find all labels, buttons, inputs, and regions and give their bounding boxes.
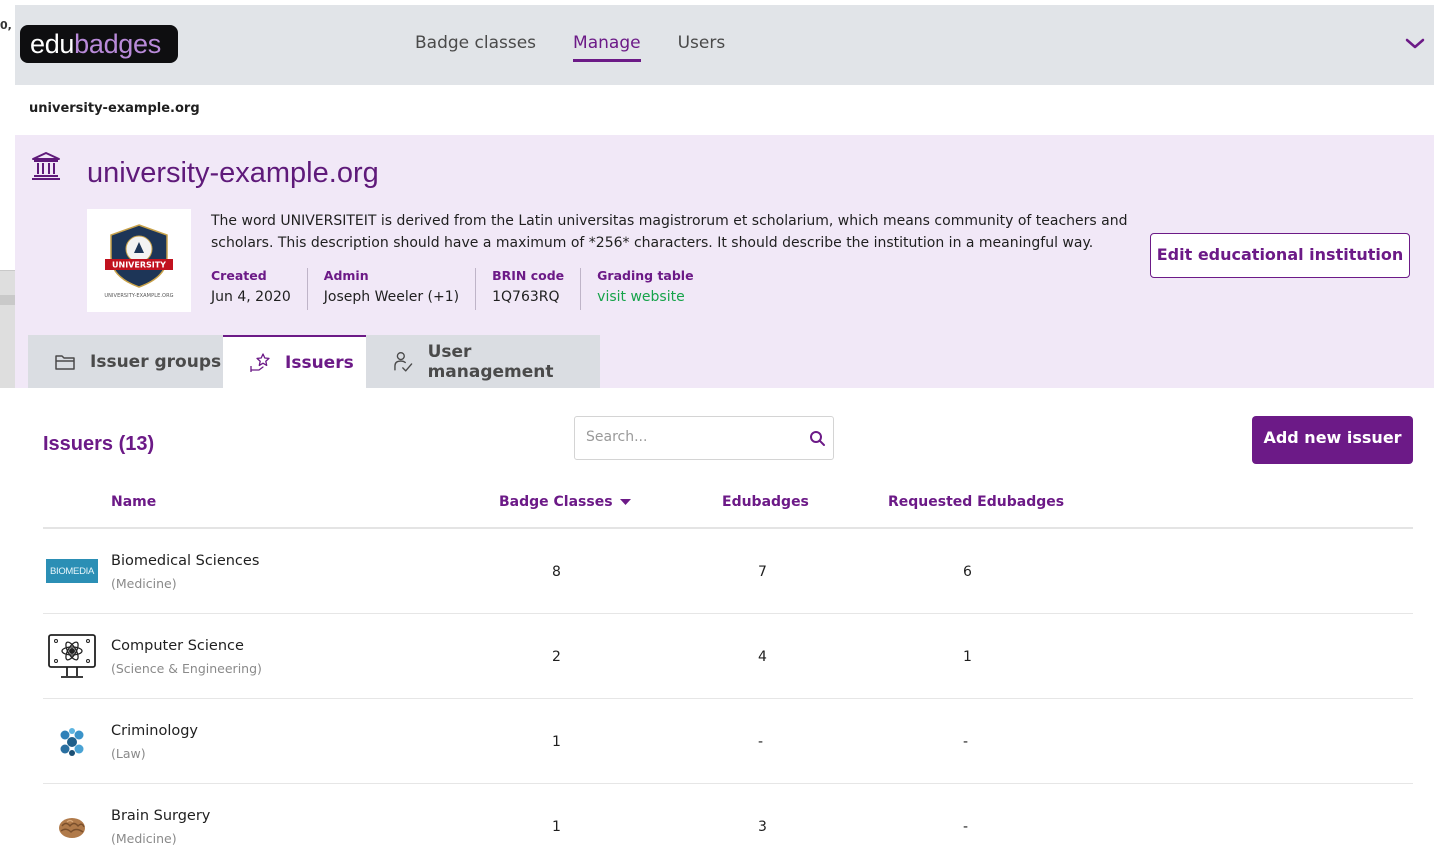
table-row[interactable]: BIOMEDIA Biomedical Sciences (Medicine) … <box>43 529 1413 614</box>
meta-admin: Admin Joseph Weeler (+1) <box>306 268 475 310</box>
chevron-down-icon[interactable] <box>1404 33 1426 55</box>
meta-admin-label: Admin <box>323 268 369 283</box>
tab-user-management[interactable]: User management <box>366 335 600 388</box>
meta-brin: BRIN code 1Q763RQ <box>475 268 580 310</box>
edubadges-count: 7 <box>758 564 767 580</box>
user-management-icon <box>394 351 413 372</box>
tab-bar: Issuer groups Issuers User management <box>28 335 600 388</box>
table-row[interactable]: Computer Science (Science & Engineering)… <box>43 614 1413 699</box>
badge-classes-count: 1 <box>552 819 561 835</box>
issuer-name[interactable]: Biomedical Sciences <box>111 553 259 569</box>
logo-text-edu: edu <box>30 29 75 59</box>
biomedia-logo: BIOMEDIA <box>45 544 99 598</box>
meta-brin-value: 1Q763RQ <box>492 289 560 305</box>
column-header-badge-classes[interactable]: Badge Classes <box>499 494 632 510</box>
column-header-requested-edubadges[interactable]: Requested Edubadges <box>888 494 1064 510</box>
badge-classes-count: 2 <box>552 649 561 665</box>
institution-title: university-example.org <box>87 157 379 189</box>
molecule-icon <box>45 715 99 769</box>
meta-admin-value: Joseph Weeler (+1) <box>323 289 460 305</box>
edit-institution-button[interactable]: Edit educational institution <box>1150 233 1410 278</box>
corner-label: 0, <box>0 19 12 32</box>
institution-logo: UNIVERSITY UNIVERSITY-EXAMPLE.ORG <box>87 209 191 312</box>
column-header-badge-classes-label: Badge Classes <box>499 494 613 510</box>
svg-text:UNIVERSITY: UNIVERSITY <box>112 260 166 269</box>
tab-issuers[interactable]: Issuers <box>223 335 366 388</box>
issuer-faculty: (Medicine) <box>111 576 177 591</box>
edubadges-count: 4 <box>758 649 767 665</box>
table-row[interactable]: Brain Surgery (Medicine) 1 3 - <box>43 784 1413 865</box>
issuer-name[interactable]: Criminology <box>111 723 198 739</box>
tab-issuer-groups-label: Issuer groups <box>90 351 222 372</box>
institution-icon <box>32 152 60 180</box>
requested-count: - <box>963 734 969 750</box>
meta-created-label: Created <box>211 268 267 283</box>
search-input[interactable] <box>575 417 795 457</box>
breadcrumb[interactable]: university-example.org <box>29 101 200 116</box>
requested-count: 1 <box>963 649 972 665</box>
search-box <box>574 416 834 460</box>
biomedia-logo-text: BIOMEDIA <box>49 565 95 577</box>
column-header-name[interactable]: Name <box>111 494 156 510</box>
institution-meta: Created Jun 4, 2020 Admin Joseph Weeler … <box>211 268 710 310</box>
issuer-faculty: (Medicine) <box>111 831 177 846</box>
issuer-name[interactable]: Brain Surgery <box>111 808 210 824</box>
meta-grading: Grading table visit website <box>580 268 709 310</box>
tab-issuer-groups[interactable]: Issuer groups <box>28 335 223 388</box>
search-icon[interactable] <box>809 430 826 447</box>
edubadges-count: - <box>758 734 764 750</box>
folder-icon <box>55 354 75 370</box>
meta-grading-label: Grading table <box>597 268 694 283</box>
nav-manage[interactable]: Manage <box>573 33 641 62</box>
tab-issuers-label: Issuers <box>285 352 354 373</box>
issuer-faculty: (Science & Engineering) <box>111 661 262 676</box>
issuer-name[interactable]: Computer Science <box>111 638 244 654</box>
app-header: edubadges Badge classes Manage Users <box>15 5 1434 85</box>
badge-classes-count: 8 <box>552 564 561 580</box>
award-icon <box>250 352 270 372</box>
add-new-issuer-button[interactable]: Add new issuer <box>1252 416 1413 464</box>
edubadges-logo[interactable]: edubadges <box>20 25 178 63</box>
column-header-edubadges[interactable]: Edubadges <box>722 494 809 510</box>
issuer-faculty: (Law) <box>111 746 146 761</box>
issuers-title: Issuers (13) <box>43 433 155 455</box>
university-crest-icon: UNIVERSITY <box>105 223 173 288</box>
tab-user-management-label: User management <box>427 341 554 382</box>
requested-count: 6 <box>963 564 972 580</box>
requested-count: - <box>963 819 969 835</box>
institution-description: The word UNIVERSITEIT is derived from th… <box>211 213 1128 251</box>
nav-badge-classes[interactable]: Badge classes <box>415 33 536 62</box>
sort-desc-icon <box>620 499 632 505</box>
logo-text-badges: badges <box>74 29 161 59</box>
computer-science-icon <box>45 630 99 684</box>
table-row[interactable]: Criminology (Law) 1 - - <box>43 699 1413 784</box>
edubadges-count: 3 <box>758 819 767 835</box>
visit-website-link[interactable]: visit website <box>597 289 693 305</box>
meta-brin-label: BRIN code <box>492 268 565 283</box>
nav-users[interactable]: Users <box>678 33 726 62</box>
main-nav: Badge classes Manage Users <box>415 33 725 62</box>
institution-logo-caption: UNIVERSITY-EXAMPLE.ORG <box>104 292 174 299</box>
meta-created-value: Jun 4, 2020 <box>211 289 291 305</box>
brain-icon <box>45 800 99 854</box>
meta-created: Created Jun 4, 2020 <box>211 268 307 310</box>
badge-classes-count: 1 <box>552 734 561 750</box>
